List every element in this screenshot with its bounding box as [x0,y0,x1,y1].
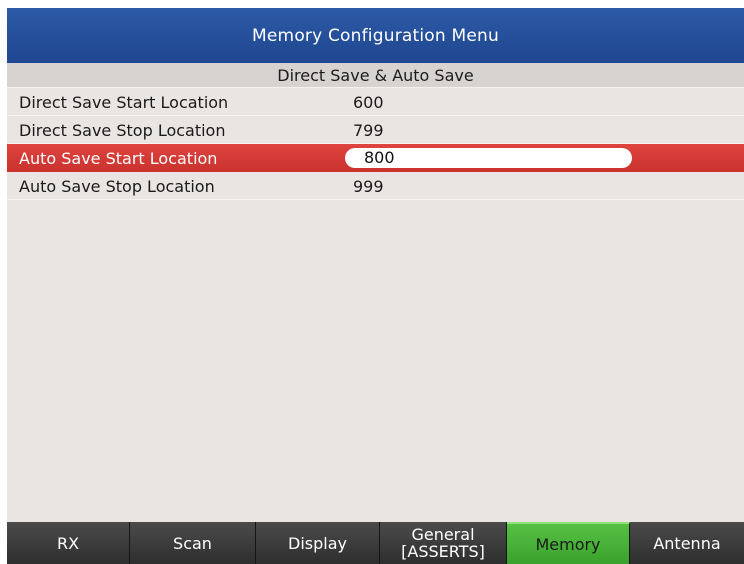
tab-general[interactable]: General [ASSERTS] [380,522,507,564]
page-title: Memory Configuration Menu [252,26,499,46]
setting-value: 799 [353,120,384,140]
setting-label: Auto Save Start Location [19,148,218,168]
setting-value: 999 [353,176,384,196]
tab-label: Scan [173,533,212,553]
tab-antenna[interactable]: Antenna [630,522,744,564]
setting-label: Direct Save Start Location [19,92,229,112]
tab-label: Memory [535,534,601,554]
tab-rx[interactable]: RX [7,522,130,564]
bottom-tab-bar: RX Scan Display General [ASSERTS] Memory… [7,522,744,564]
setting-value: 600 [353,92,384,112]
setting-row-direct-save-stop[interactable]: Direct Save Stop Location 799 [7,116,744,144]
tab-sublabel: [ASSERTS] [401,542,485,561]
row-divider [7,199,744,200]
tab-memory[interactable]: Memory [507,522,630,564]
setting-label: Auto Save Stop Location [19,176,215,196]
tab-display[interactable]: Display [256,522,380,564]
tab-scan[interactable]: Scan [130,522,256,564]
tab-label: General [411,525,475,544]
setting-label: Direct Save Stop Location [19,120,226,140]
title-bar: Memory Configuration Menu [7,8,744,63]
setting-row-auto-save-stop[interactable]: Auto Save Stop Location 999 [7,172,744,200]
section-header: Direct Save & Auto Save [7,63,744,88]
tab-label: RX [56,533,80,553]
auto-save-start-input[interactable]: 800 [345,148,632,168]
tab-label: Antenna [653,533,721,553]
tab-label: Display [288,533,347,553]
tab-label-group: General [ASSERTS] [401,526,485,560]
setting-row-direct-save-start[interactable]: Direct Save Start Location 600 [7,88,744,116]
memory-config-screen: Memory Configuration Menu Direct Save & … [7,8,744,564]
settings-list: Direct Save Start Location 600 Direct Sa… [7,88,744,200]
setting-row-auto-save-start[interactable]: Auto Save Start Location 800 [7,144,744,172]
section-title: Direct Save & Auto Save [277,65,474,85]
